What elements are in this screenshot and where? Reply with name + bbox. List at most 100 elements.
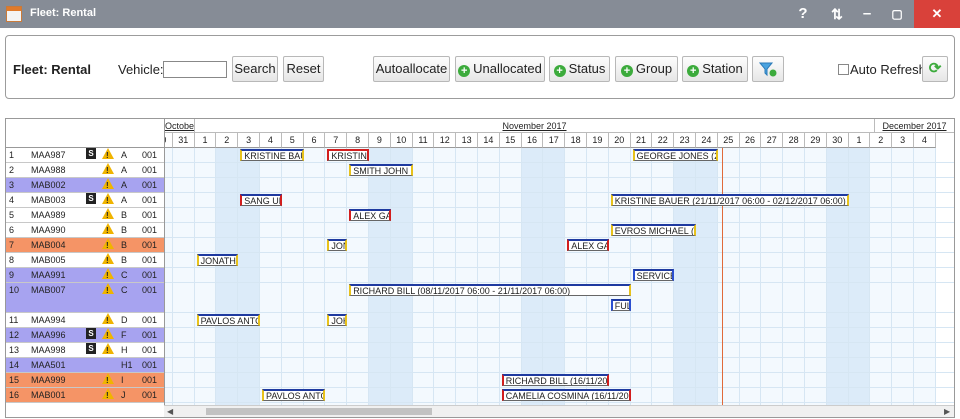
booking-bar[interactable]: JONATHAN: [196, 254, 239, 266]
booking-bar[interactable]: JONA: [327, 239, 348, 251]
vehicle-input[interactable]: [163, 61, 227, 78]
booking-bar[interactable]: KRISTINE BAUER: [240, 149, 304, 161]
booking-bar[interactable]: PAVLOS ANTONI: [262, 389, 326, 401]
refresh-sync-icon[interactable]: ⇅: [822, 0, 852, 28]
booking-bar[interactable]: RICHARD BILL (08/11/2017 06:00 - 21/11/2…: [349, 284, 631, 296]
scrollbar-thumb[interactable]: [206, 408, 432, 415]
vehicle-row[interactable]: 15 MAA999 I 001: [6, 373, 164, 388]
vehicle-row[interactable]: 12 MAA996 S F 001: [6, 328, 164, 343]
booking-bar[interactable]: SERVICE (2: [632, 269, 675, 281]
vehicle-row[interactable]: 4 MAB003 S A 001: [6, 193, 164, 208]
day-header[interactable]: 25: [717, 133, 740, 148]
vehicle-row[interactable]: 11 MAA994 D 001: [6, 313, 164, 328]
vehicle-row[interactable]: 5 MAA989 B 001: [6, 208, 164, 223]
day-header[interactable]: 18: [565, 133, 587, 148]
scroll-left-icon[interactable]: ◀: [167, 406, 173, 417]
autoallocate-button[interactable]: Autoallocate: [373, 56, 450, 82]
service-badge-icon: S: [86, 193, 96, 204]
help-button[interactable]: ?: [788, 0, 818, 28]
vehicle-row[interactable]: 1 MAA987 S A 001: [6, 148, 164, 163]
day-header[interactable]: 3: [892, 133, 914, 148]
day-header[interactable]: 23: [674, 133, 696, 148]
warning-icon: [102, 178, 114, 193]
booking-bar[interactable]: PAVLOS ANTONI: [196, 314, 260, 326]
vehicle-row[interactable]: 9 MAA991 C 001: [6, 268, 164, 283]
station-button[interactable]: + Station: [682, 56, 748, 82]
day-header[interactable]: 8: [347, 133, 369, 148]
booking-bar[interactable]: SMITH JOHN (08: [349, 164, 413, 176]
minimize-button[interactable]: –: [852, 0, 882, 28]
day-header[interactable]: 6: [303, 133, 326, 148]
reset-button[interactable]: Reset: [283, 56, 324, 82]
close-button[interactable]: ✕: [914, 0, 960, 28]
vehicle-row[interactable]: 16 MAB001 J 001: [6, 388, 164, 403]
refresh-button[interactable]: ⟳: [922, 56, 948, 82]
maximize-button[interactable]: ▢: [882, 0, 912, 28]
booking-bar[interactable]: EVROS MICHAEL (21/: [610, 224, 696, 236]
group-button[interactable]: + Group: [615, 56, 678, 82]
horizontal-scrollbar[interactable]: ◀ ▶: [164, 405, 954, 417]
unallocated-button[interactable]: + Unallocated: [455, 56, 545, 82]
day-header[interactable]: 7: [325, 133, 348, 148]
booking-bar[interactable]: CAMELIA COSMINA (16/11/2017: [501, 389, 631, 401]
day-header[interactable]: 1: [848, 133, 871, 148]
day-header[interactable]: 2: [216, 133, 239, 148]
vehicle-row[interactable]: 6 MAA990 B 001: [6, 223, 164, 238]
day-header[interactable]: 26: [739, 133, 762, 148]
day-header[interactable]: 1: [194, 133, 217, 148]
vehicle-row[interactable]: 8 MAB005 B 001: [6, 253, 164, 268]
vehicle-code: MAA501: [31, 360, 66, 370]
booking-bar[interactable]: ALEX GARC: [567, 239, 609, 251]
day-header[interactable]: 16: [521, 133, 544, 148]
warning-icon: [102, 238, 114, 253]
day-header[interactable]: 13: [456, 133, 478, 148]
booking-bar[interactable]: KRISTINE BAUER (21/11/2017 06:00 - 02/12…: [610, 194, 849, 206]
booking-bar[interactable]: FULL: [610, 299, 631, 311]
day-header[interactable]: 15: [499, 133, 522, 148]
booking-bar[interactable]: GEORGE JONES (21/1: [632, 149, 718, 161]
day-header[interactable]: 11: [412, 133, 435, 148]
day-header[interactable]: 5: [281, 133, 304, 148]
day-header[interactable]: 14: [478, 133, 500, 148]
vehicle-row[interactable]: 10 MAB007 C 001: [6, 283, 164, 313]
booking-bar[interactable]: ALEX GARC: [349, 209, 391, 221]
booking-bar[interactable]: RICHARD BILL (16/11/2017: [501, 374, 609, 386]
day-header[interactable]: 2: [870, 133, 893, 148]
day-header[interactable]: 3: [238, 133, 260, 148]
booking-bar[interactable]: JOHA: [327, 314, 348, 326]
day-header[interactable]: 22: [652, 133, 675, 148]
auto-refresh-checkbox[interactable]: [838, 64, 849, 75]
vehicle-row[interactable]: 14 MAA501 H1 001: [6, 358, 164, 373]
vehicle-code: MAB002: [31, 180, 66, 190]
day-header[interactable]: 20: [608, 133, 631, 148]
timeline-grid[interactable]: OctobeNovember 2017December 201730311234…: [164, 119, 954, 417]
day-header[interactable]: 17: [543, 133, 566, 148]
day-header[interactable]: 24: [696, 133, 718, 148]
day-header[interactable]: 21: [630, 133, 653, 148]
vehicle-class: H1: [121, 360, 133, 370]
search-button[interactable]: Search: [232, 56, 278, 82]
day-header[interactable]: 30: [165, 133, 173, 148]
toolbar: Fleet: Rental Vehicle: Search Reset Auto…: [5, 35, 955, 99]
status-button[interactable]: + Status: [549, 56, 610, 82]
day-header[interactable]: 10: [390, 133, 413, 148]
day-header[interactable]: 19: [587, 133, 609, 148]
day-header[interactable]: 4: [914, 133, 936, 148]
booking-bar[interactable]: KRISTINE: [327, 149, 369, 161]
day-header[interactable]: 12: [434, 133, 457, 148]
day-header[interactable]: 27: [761, 133, 784, 148]
vehicle-row[interactable]: 7 MAB004 B 001: [6, 238, 164, 253]
filter-button[interactable]: [752, 56, 784, 82]
day-header[interactable]: 28: [783, 133, 805, 148]
vehicle-row[interactable]: 3 MAB002 A 001: [6, 178, 164, 193]
day-header[interactable]: 31: [172, 133, 195, 148]
booking-bar[interactable]: SANG UDA: [240, 194, 282, 206]
vehicle-row[interactable]: 13 MAA998 S H 001: [6, 343, 164, 358]
day-header[interactable]: 9: [369, 133, 391, 148]
vehicle-row[interactable]: 2 MAA988 A 001: [6, 163, 164, 178]
warning-icon: [102, 268, 114, 283]
scroll-right-icon[interactable]: ▶: [944, 406, 950, 417]
day-header[interactable]: 30: [826, 133, 849, 148]
day-header[interactable]: 29: [805, 133, 827, 148]
day-header[interactable]: 4: [260, 133, 282, 148]
